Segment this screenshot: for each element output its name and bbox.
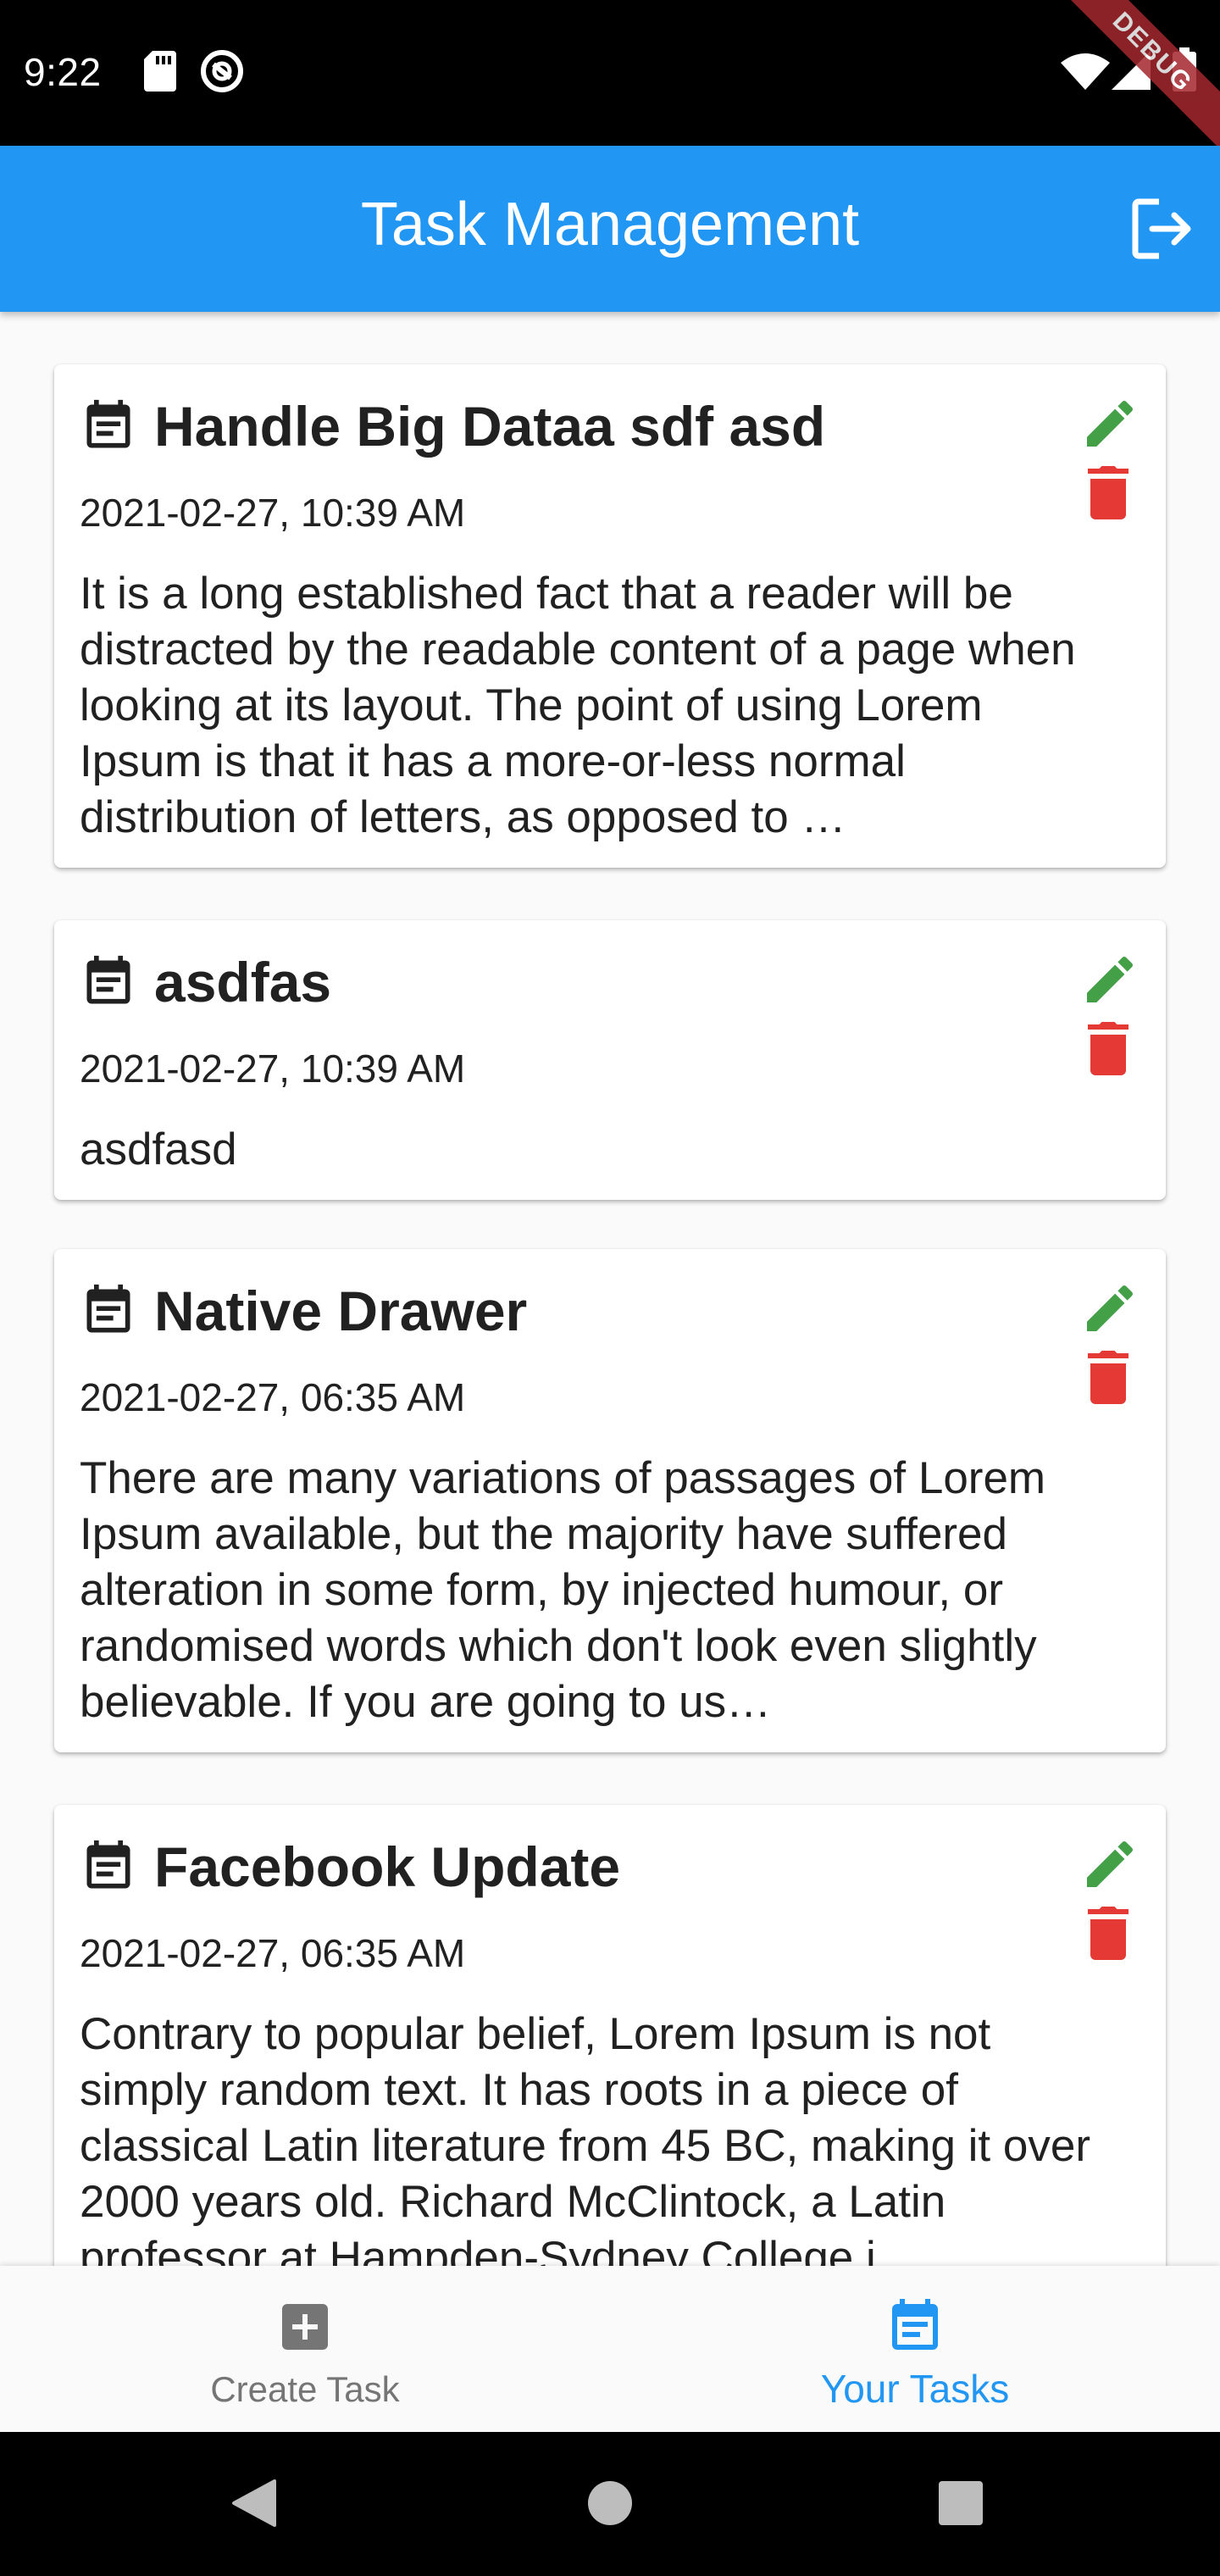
- nav-create-task[interactable]: Create Task: [0, 2266, 610, 2432]
- status-bar: 9:22 DEBUG: [0, 0, 1220, 158]
- task-title-row: asdfas: [80, 944, 331, 1020]
- page-title: Task Management: [360, 191, 860, 258]
- system-navigation-bar: [0, 2432, 1220, 2576]
- recents-icon[interactable]: [937, 2478, 984, 2529]
- app-bar: Task Management: [0, 146, 1220, 312]
- back-icon[interactable]: [230, 2478, 278, 2529]
- task-date: 2021-02-27, 10:39 AM: [80, 1046, 466, 1091]
- delete-icon[interactable]: [1083, 1901, 1134, 1963]
- home-icon[interactable]: [586, 2478, 634, 2529]
- status-time: 9:22: [24, 50, 102, 94]
- bottom-navigation: Create Task Your Tasks: [0, 2266, 1220, 2432]
- calendar-icon: [86, 1840, 130, 1889]
- task-title: Handle Big Dataa sdf asd: [154, 395, 826, 458]
- task-description: asdfasd: [80, 1124, 237, 1174]
- calendar-icon: [86, 399, 130, 448]
- add-box-icon: [282, 2304, 328, 2350]
- do-not-disturb-icon: [201, 50, 243, 92]
- task-card[interactable]: Native Drawer 2021-02-27, 06:35 AM There…: [54, 1249, 1166, 1752]
- edit-icon[interactable]: [1079, 1834, 1140, 1895]
- edit-icon[interactable]: [1079, 1278, 1140, 1339]
- task-list[interactable]: Handle Big Dataa sdf asd 2021-02-27, 10:…: [0, 312, 1220, 2266]
- task-description: Contrary to popular belief, Lorem Ipsum …: [80, 2009, 1090, 2266]
- task-card[interactable]: asdfas 2021-02-27, 10:39 AM asdfasd: [54, 920, 1166, 1200]
- task-date: 2021-02-27, 10:39 AM: [80, 491, 466, 535]
- nav-create-task-label: Create Task: [210, 2369, 400, 2409]
- task-title-row: Handle Big Dataa sdf asd: [80, 388, 825, 464]
- task-date: 2021-02-27, 06:35 AM: [80, 1375, 466, 1419]
- task-title: asdfas: [154, 951, 332, 1013]
- task-title: Native Drawer: [154, 1280, 528, 1342]
- task-description: It is a long established fact that a rea…: [80, 569, 1076, 842]
- task-title: Facebook Update: [154, 1835, 621, 1898]
- edit-icon[interactable]: [1079, 949, 1140, 1010]
- calendar-list-icon: [892, 2299, 938, 2350]
- nav-your-tasks[interactable]: Your Tasks: [610, 2266, 1220, 2432]
- calendar-icon: [86, 955, 130, 1004]
- sd-card-icon: [144, 51, 176, 92]
- nav-your-tasks-label: Your Tasks: [820, 2367, 1010, 2411]
- task-card[interactable]: Handle Big Dataa sdf asd 2021-02-27, 10:…: [54, 364, 1166, 868]
- task-title-row: Facebook Update: [80, 1829, 620, 1905]
- edit-icon[interactable]: [1079, 393, 1140, 454]
- task-description: There are many variations of passages of…: [80, 1453, 1046, 1727]
- task-date: 2021-02-27, 06:35 AM: [80, 1931, 466, 1975]
- task-card[interactable]: Facebook Update 2021-02-27, 06:35 AM Con…: [54, 1805, 1166, 2266]
- wifi-icon: [1061, 53, 1110, 90]
- calendar-icon: [86, 1284, 130, 1333]
- delete-icon[interactable]: [1083, 1346, 1134, 1407]
- delete-icon[interactable]: [1083, 461, 1134, 522]
- logout-icon[interactable]: [1128, 195, 1196, 263]
- task-title-row: Native Drawer: [80, 1273, 527, 1349]
- delete-icon[interactable]: [1083, 1017, 1134, 1078]
